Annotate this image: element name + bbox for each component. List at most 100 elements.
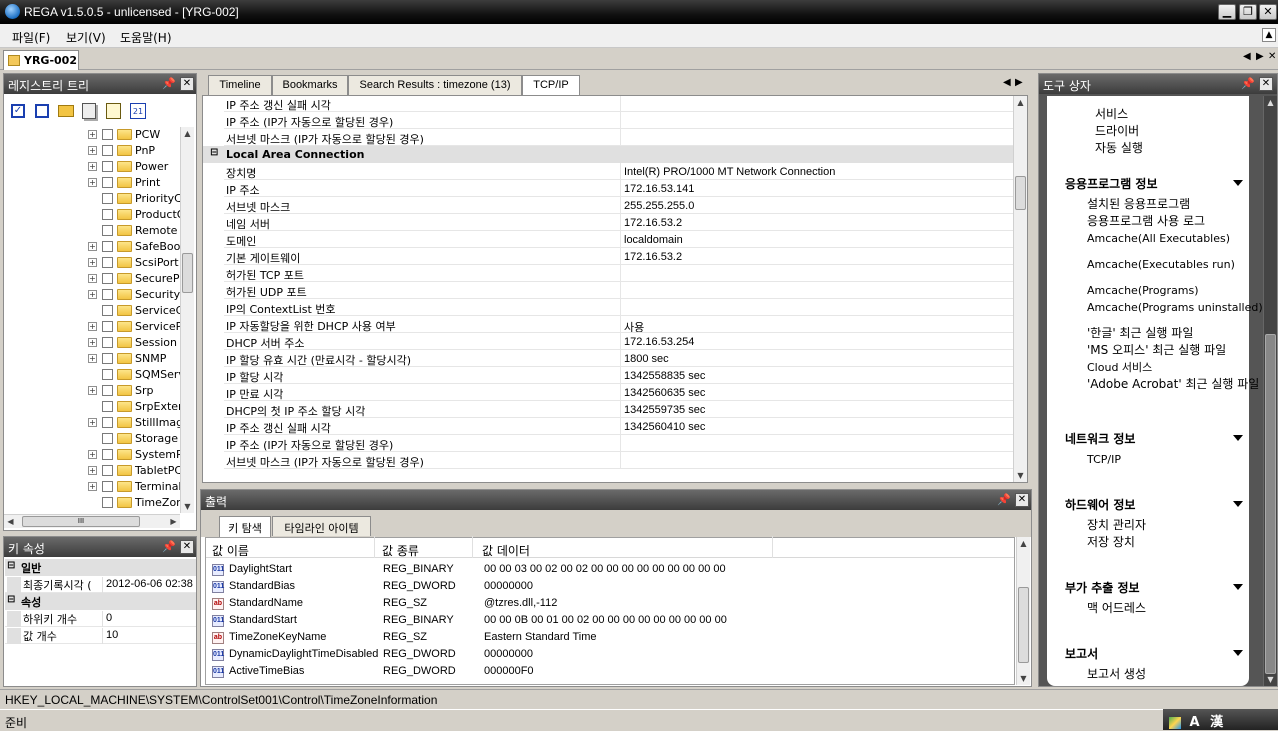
tree-checkbox[interactable] <box>102 481 113 492</box>
scroll-up-icon[interactable]: ▲ <box>1014 96 1027 109</box>
tree-checkbox[interactable] <box>102 193 113 204</box>
tree-item[interactable]: + Print <box>88 175 180 191</box>
tree-checkbox[interactable] <box>102 321 113 332</box>
tree-item[interactable]: + PCW <box>88 127 180 143</box>
tree-item[interactable]: + StillImag <box>88 415 180 431</box>
toolbox-item[interactable]: Amcache(All Executables) <box>1087 232 1247 245</box>
toolbox-item[interactable]: 자동 실행 <box>1095 142 1255 155</box>
tree-checkbox[interactable] <box>102 225 113 236</box>
scroll-down-icon[interactable]: ▼ <box>1017 672 1030 685</box>
expand-icon[interactable]: + <box>88 242 97 251</box>
grid-row[interactable]: 허가된 TCP 포트 <box>203 265 1013 282</box>
toolbox-section-header[interactable]: 네트워크 정보 <box>1065 430 1135 447</box>
output-vscroll[interactable]: ▲ ▼ <box>1016 537 1030 685</box>
grid-row[interactable]: IP의 ContextList 번호 <box>203 299 1013 316</box>
close-icon[interactable]: ✕ <box>180 540 194 554</box>
tree-item[interactable]: + ServiceP <box>88 319 180 335</box>
tree-item[interactable]: SQMServ <box>88 367 180 383</box>
scroll-up-icon[interactable]: ▲ <box>1264 96 1277 109</box>
toolbox-item[interactable]: '한글' 최근 실행 파일 <box>1087 327 1247 340</box>
collapse-arrow-icon[interactable] <box>1233 180 1243 186</box>
toolbox-item[interactable]: 저장 장치 <box>1087 536 1247 549</box>
tree-checkbox[interactable] <box>102 497 113 508</box>
collapse-arrow-icon[interactable] <box>1233 584 1243 590</box>
value-row[interactable]: 011 DynamicDaylightTimeDisabled REG_DWORD 0… <box>206 646 1014 663</box>
grid-row[interactable]: IP 할당 시각 1342558835 sec <box>203 367 1013 384</box>
expand-icon[interactable]: + <box>88 418 97 427</box>
tree-item[interactable]: + ScsiPort <box>88 255 180 271</box>
tree-item[interactable]: + SafeBoo <box>88 239 180 255</box>
tree-checkbox[interactable] <box>102 273 113 284</box>
collapse-icon[interactable]: ⊟ <box>7 594 15 605</box>
expand-icon[interactable]: + <box>88 354 97 363</box>
toolbox-item[interactable]: Amcache(Programs uninstalled) <box>1087 301 1263 314</box>
toolbox-section-header[interactable]: 부가 추출 정보 <box>1065 579 1140 596</box>
grid-row[interactable]: DHCP의 첫 IP 주소 할당 시각 1342559735 sec <box>203 401 1013 418</box>
tree-checkbox[interactable] <box>102 337 113 348</box>
grid-row[interactable]: IP 자동할당을 위한 DHCP 사용 여부 사용 <box>203 316 1013 333</box>
uncheck-all-icon[interactable] <box>35 104 49 118</box>
tree-hscroll[interactable]: ◀ III ▶ <box>4 514 180 528</box>
tree-checkbox[interactable] <box>102 289 113 300</box>
tree-item[interactable]: + Srp <box>88 383 180 399</box>
tree-checkbox[interactable] <box>102 209 113 220</box>
tree-item[interactable]: ServiceG <box>88 303 180 319</box>
scroll-up-icon[interactable]: ▲ <box>1017 537 1030 550</box>
tab-key-search[interactable]: 키 탐색 <box>219 516 271 537</box>
grid-row[interactable]: 도메인 localdomain <box>203 231 1013 248</box>
col-value-type[interactable]: 값 종류 <box>382 542 419 559</box>
maximize-button[interactable]: ❐ <box>1239 4 1257 20</box>
toolbox-item[interactable]: Amcache(Programs) <box>1087 284 1247 297</box>
col-value-name[interactable]: 값 이름 <box>212 542 249 559</box>
expand-icon[interactable]: + <box>88 290 97 299</box>
scroll-thumb[interactable] <box>1015 176 1026 210</box>
tree-checkbox[interactable] <box>102 353 113 364</box>
grid-row[interactable]: IP 주소 (IP가 자동으로 할당된 경우) <box>203 435 1013 452</box>
tree-item[interactable]: + Terminal <box>88 479 180 495</box>
col-value-data[interactable]: 값 데이터 <box>482 542 530 559</box>
property-row[interactable]: 최종기록시각 (2012-06-06 02:38 <box>5 576 196 593</box>
tree-item[interactable]: SrpExter <box>88 399 180 415</box>
grid-row[interactable]: 장치명 Intel(R) PRO/1000 MT Network Connecti… <box>203 163 1013 180</box>
tree-item[interactable]: TimeZon <box>88 495 180 511</box>
grid-row[interactable]: IP 주소 (IP가 자동으로 할당된 경우) <box>203 112 1013 129</box>
tab-timeline-items[interactable]: 타임라인 아이템 <box>272 516 371 536</box>
tree-checkbox[interactable] <box>102 449 113 460</box>
tree-item[interactable]: PriorityC <box>88 191 180 207</box>
toolbox-item[interactable]: 'Adobe Acrobat' 최근 실행 파일 <box>1087 378 1259 391</box>
pin-icon[interactable]: 📌 <box>162 540 176 554</box>
tree-item[interactable]: Remote <box>88 223 180 239</box>
toolbox-item[interactable]: TCP/IP <box>1087 453 1247 466</box>
doc-tab-yrg-002[interactable]: YRG-002 <box>3 50 79 70</box>
collapse-arrow-icon[interactable] <box>1233 650 1243 656</box>
grid-row[interactable]: IP 주소 갱신 실패 시각 <box>203 96 1013 112</box>
tree-checkbox[interactable] <box>102 241 113 252</box>
expand-icon[interactable]: + <box>88 322 97 331</box>
property-row[interactable]: 값 개수 10 <box>5 627 196 644</box>
grid-row[interactable]: IP 주소 갱신 실패 시각 1342560410 sec <box>203 418 1013 435</box>
tree-item[interactable]: + Power <box>88 159 180 175</box>
menu-view[interactable]: 보기(V) <box>66 29 106 46</box>
close-window-button[interactable]: ✕ <box>1259 4 1277 20</box>
property-group[interactable]: ⊟ 속성 <box>5 593 196 610</box>
pin-icon[interactable]: 📌 <box>1241 77 1255 91</box>
scroll-thumb[interactable] <box>1265 334 1276 674</box>
scroll-right-icon[interactable]: ▶ <box>167 515 180 528</box>
grid-row[interactable]: 기본 게이트웨이 172.16.53.2 <box>203 248 1013 265</box>
tab-tcp-ip[interactable]: TCP/IP <box>522 75 580 96</box>
expand-icon[interactable]: + <box>88 466 97 475</box>
scroll-up-icon[interactable]: ▲ <box>181 127 194 140</box>
tree-checkbox[interactable] <box>102 433 113 444</box>
tree-item[interactable]: + SecurePi <box>88 271 180 287</box>
value-row[interactable]: 011 StandardStart REG_BINARY 00 00 0B 00 01… <box>206 612 1014 629</box>
property-row[interactable]: 하위키 개수 0 <box>5 610 196 627</box>
tree-checkbox[interactable] <box>102 417 113 428</box>
value-row[interactable]: ab TimeZoneKeyName REG_SZ Eastern Standard … <box>206 629 1014 646</box>
expand-icon[interactable]: + <box>88 450 97 459</box>
toolbox-section-header[interactable]: 보고서 <box>1065 645 1098 662</box>
menu-file[interactable]: 파일(F) <box>12 29 50 46</box>
grid-row[interactable]: 허가된 UDP 포트 <box>203 282 1013 299</box>
tree-checkbox[interactable] <box>102 385 113 396</box>
pin-icon[interactable]: 📌 <box>162 77 176 91</box>
property-group[interactable]: ⊟ 일반 <box>5 559 196 576</box>
